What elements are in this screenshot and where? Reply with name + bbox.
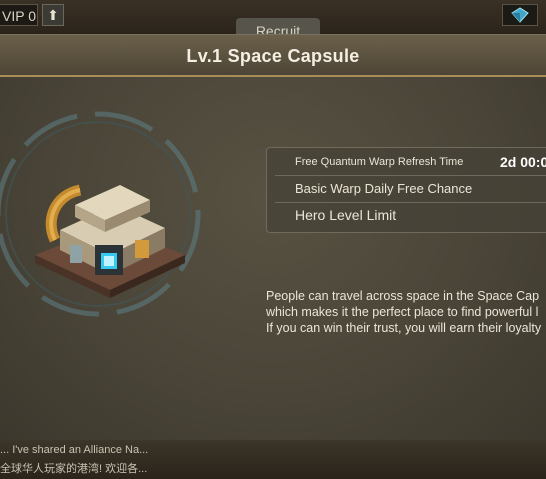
description-line: which makes it the perfect place to find…	[266, 305, 539, 319]
chat-message: ... I've shared an Alliance Na...	[0, 444, 149, 456]
stat-label: Hero Level Limit	[295, 207, 397, 223]
description-line: If you can win their trust, you will ear…	[266, 321, 542, 335]
stat-row: Hero Level Limit	[267, 201, 546, 229]
chat-message: 全球华人玩家的港湾! 欢迎各...	[0, 463, 148, 475]
stat-value: 2d 00:0	[500, 154, 546, 170]
panel-title: Lv.1 Space Capsule	[186, 46, 360, 66]
building-description: People can travel across space in the Sp…	[266, 288, 546, 336]
space-capsule-building	[35, 184, 185, 298]
stat-label: Basic Warp Daily Free Chance	[295, 181, 473, 196]
stat-row: Basic Warp Daily Free Chance	[267, 175, 546, 203]
description-line: People can travel across space in the Sp…	[266, 289, 540, 303]
gem-icon[interactable]	[502, 4, 538, 26]
arrow-up-icon[interactable]: ⬆	[42, 4, 64, 26]
stat-label: Free Quantum Warp Refresh Time	[295, 156, 464, 168]
vip-badge[interactable]: VIP 0	[0, 4, 38, 26]
chat-preview[interactable]: ... I've shared an Alliance Na... 全球华人玩家…	[0, 440, 546, 479]
panel-header: Lv.1 Space Capsule	[0, 35, 546, 77]
stats-box: Free Quantum Warp Refresh Time 2d 00:0 B…	[266, 147, 546, 233]
stat-row: Free Quantum Warp Refresh Time 2d 00:0	[267, 148, 546, 176]
